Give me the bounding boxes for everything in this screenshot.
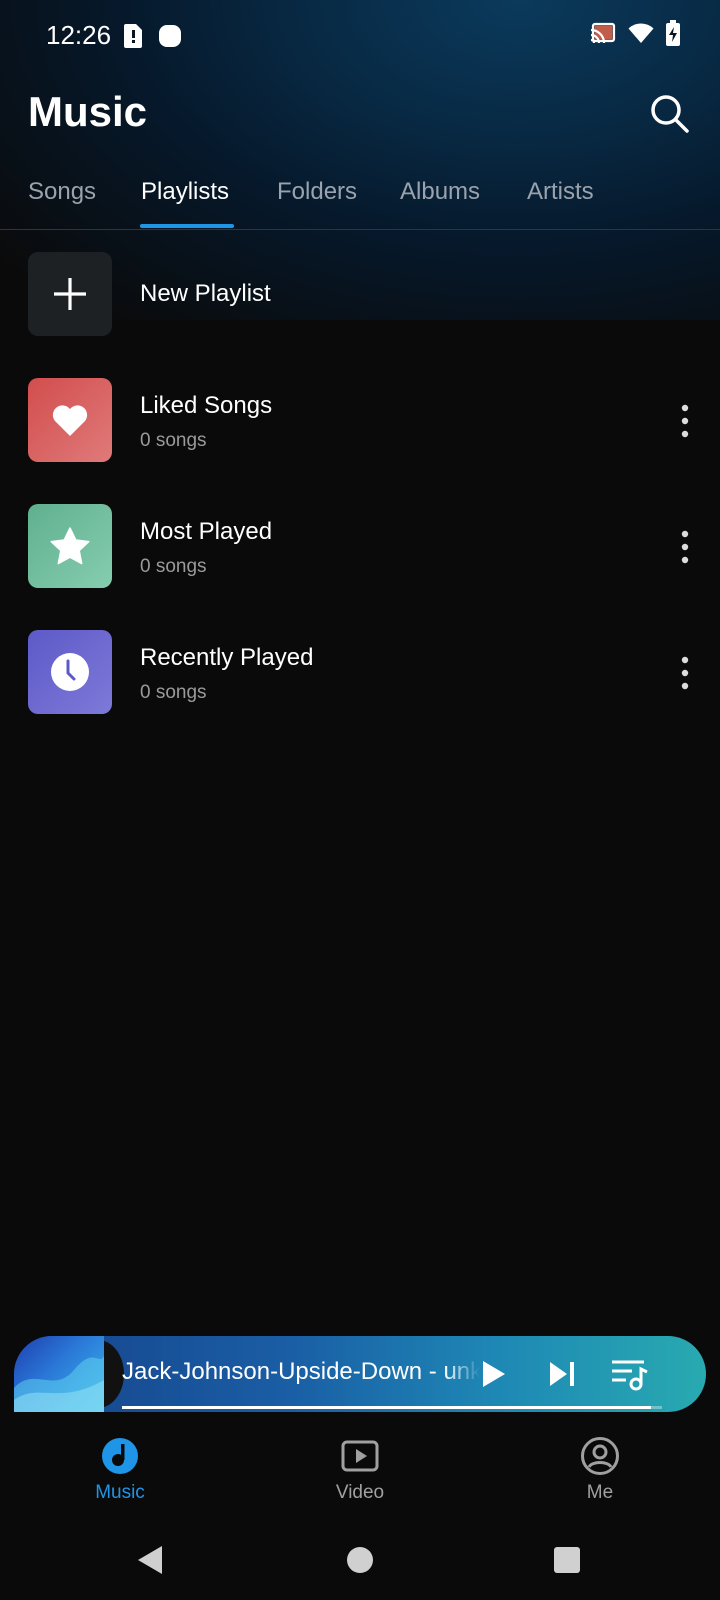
clock-icon — [51, 653, 89, 691]
plus-icon — [54, 278, 86, 310]
playback-progress[interactable] — [122, 1406, 662, 1409]
music-note-icon — [102, 1438, 138, 1474]
nav-video[interactable]: Video — [300, 1420, 420, 1504]
active-tab-indicator — [140, 224, 234, 228]
status-bar: 12:26 — [0, 0, 720, 72]
page-title: Music — [28, 88, 148, 135]
recents-button[interactable] — [547, 1540, 587, 1580]
skip-next-icon — [550, 1362, 574, 1386]
playlist-item-liked-songs[interactable]: Liked Songs 0 songs — [0, 378, 720, 462]
playlist-title: Recently Played — [140, 644, 314, 671]
nav-label: Video — [335, 1482, 385, 1503]
bottom-navigation: Music Video Me — [0, 1420, 720, 1520]
playlist-title: Liked Songs — [140, 392, 273, 419]
back-triangle-icon — [138, 1546, 162, 1574]
play-button[interactable] — [472, 1352, 516, 1396]
nav-label: Music — [95, 1482, 145, 1503]
profile-icon — [581, 1437, 619, 1475]
playlist-count: 0 songs — [140, 556, 207, 577]
more-options-button[interactable] — [666, 654, 704, 692]
search-button[interactable] — [648, 92, 692, 136]
playlist-item-recently-played[interactable]: Recently Played 0 songs — [0, 630, 720, 714]
more-vertical-icon — [681, 530, 689, 564]
play-icon — [483, 1361, 505, 1387]
tab-artists[interactable]: Artists — [527, 178, 594, 206]
system-navigation-bar — [0, 1520, 720, 1600]
tab-songs[interactable]: Songs — [28, 178, 96, 206]
playlist-count: 0 songs — [140, 682, 207, 703]
tab-folders[interactable]: Folders — [277, 178, 357, 206]
tab-albums[interactable]: Albums — [400, 178, 480, 206]
next-track-button[interactable] — [540, 1352, 584, 1396]
mini-player[interactable]: Jack-Johnson-Upside-Down - unknown — [14, 1336, 706, 1412]
playlist-thumb — [28, 504, 112, 588]
new-playlist-label: New Playlist — [140, 280, 271, 307]
nav-music[interactable]: Music — [60, 1420, 180, 1504]
star-icon — [50, 527, 90, 565]
playlist-thumb — [28, 630, 112, 714]
more-options-button[interactable] — [666, 402, 704, 440]
more-vertical-icon — [681, 404, 689, 438]
cast-icon — [590, 22, 616, 44]
playback-progress-fill — [122, 1406, 652, 1409]
playlist-queue-icon — [612, 1360, 648, 1391]
home-button[interactable] — [340, 1540, 380, 1580]
now-playing-title: Jack-Johnson-Upside-Down - unknown — [122, 1358, 480, 1385]
sim-alert-icon — [122, 24, 144, 48]
nav-label: Me — [586, 1482, 614, 1503]
playlist-count: 0 songs — [140, 430, 207, 451]
playlist-title: Most Played — [140, 518, 273, 545]
heart-icon — [52, 405, 88, 436]
recents-square-icon — [554, 1547, 580, 1573]
tab-playlists[interactable]: Playlists — [141, 178, 229, 206]
album-cover — [14, 1336, 104, 1412]
status-time: 12:26 — [46, 20, 112, 50]
search-icon — [651, 95, 689, 133]
circle-notification-icon — [158, 24, 181, 47]
home-circle-icon — [347, 1547, 373, 1573]
playlist-item-most-played[interactable]: Most Played 0 songs — [0, 504, 720, 588]
battery-charging-icon — [666, 20, 680, 46]
more-options-button[interactable] — [666, 528, 704, 566]
nav-me[interactable]: Me — [540, 1420, 660, 1504]
back-button[interactable] — [130, 1540, 170, 1580]
divider — [0, 229, 720, 230]
queue-button[interactable] — [608, 1352, 652, 1396]
new-playlist-thumb — [28, 252, 112, 336]
new-playlist-button[interactable]: New Playlist — [0, 252, 720, 336]
more-vertical-icon — [681, 656, 689, 690]
wifi-icon — [628, 22, 654, 44]
playlist-thumb — [28, 378, 112, 462]
video-play-icon — [341, 1440, 379, 1472]
tab-bar: Songs Playlists Folders Albums Artists — [0, 178, 720, 230]
